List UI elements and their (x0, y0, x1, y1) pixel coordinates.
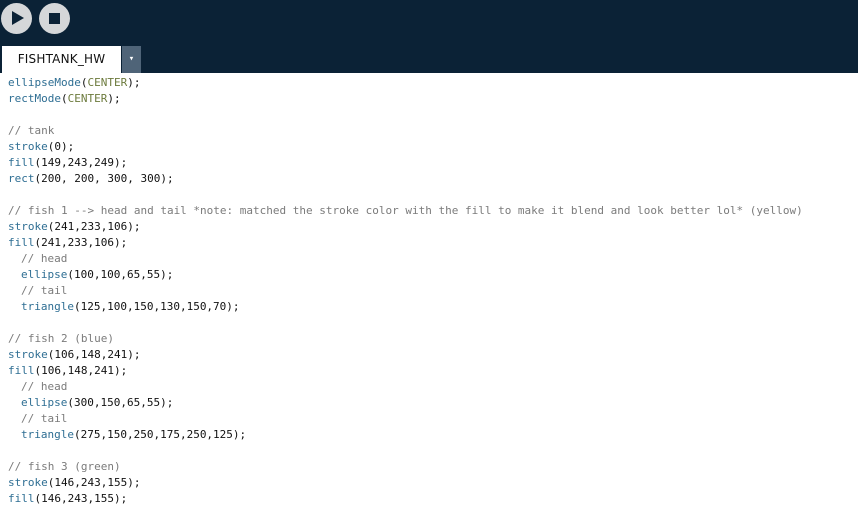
code-line: ellipse(300,150,65,55); (8, 395, 803, 411)
code-token: (146,243,155); (47, 476, 141, 489)
code-token: ); (107, 92, 121, 105)
code-line: triangle(275,150,250,175,250,125); (8, 427, 803, 443)
toolbar: FISHTANK_HW ▾ (0, 0, 858, 73)
code-line: // tail (8, 411, 803, 427)
code-comment: // tank (8, 124, 55, 137)
code-function: fill (8, 492, 35, 505)
code-token: (241,233,106); (47, 220, 141, 233)
code-line: // head (8, 251, 803, 267)
tab-menu-button[interactable]: ▾ (122, 46, 141, 73)
code-function: triangle (21, 428, 74, 441)
code-function: rectMode (8, 92, 61, 105)
code-token: (149,243,249); (34, 156, 128, 169)
code-line: rectMode(CENTER); (8, 91, 803, 107)
code-token: (241,233,106); (34, 236, 128, 249)
code-function: ellipseMode (8, 76, 81, 89)
code-comment: // tail (21, 284, 68, 297)
code-line: // fish 1 --> head and tail *note: match… (8, 203, 803, 219)
code-line: fill(241,233,106); (8, 235, 803, 251)
code-function: stroke (8, 348, 48, 361)
code-line: // fish 2 (blue) (8, 331, 803, 347)
code-function: stroke (8, 220, 48, 233)
code-function: fill (8, 236, 35, 249)
code-comment: // fish 3 (green) (8, 460, 121, 473)
code-line: fill(106,148,241); (8, 363, 803, 379)
code-line: // tail (8, 283, 803, 299)
code-function: triangle (21, 300, 74, 313)
code-comment: // tail (21, 412, 68, 425)
code-function: ellipse (21, 268, 68, 281)
code-lines: ellipseMode(CENTER); rectMode(CENTER); //… (8, 75, 803, 505)
code-token: (106,148,241); (47, 348, 141, 361)
code-line: // head (8, 379, 803, 395)
code-line: stroke(106,148,241); (8, 347, 803, 363)
code-comment: // fish 1 --> head and tail *note: match… (8, 204, 803, 217)
stop-button[interactable] (39, 3, 70, 34)
code-comment: // head (21, 380, 68, 393)
code-token: (275,150,250,175,250,125); (73, 428, 247, 441)
code-token: ); (127, 76, 141, 89)
chevron-down-icon: ▾ (128, 54, 135, 64)
code-token: (106,148,241); (34, 364, 128, 377)
code-function: rect (8, 172, 35, 185)
code-line: stroke(0); (8, 139, 803, 155)
code-line: rect(200, 200, 300, 300); (8, 171, 803, 187)
code-token: (125,100,150,130,150,70); (73, 300, 240, 313)
code-token: (200, 200, 300, 300); (34, 172, 174, 185)
code-line: stroke(241,233,106); (8, 219, 803, 235)
code-constant: CENTER (87, 76, 128, 89)
code-line: stroke(146,243,155); (8, 475, 803, 491)
code-line: // fish 3 (green) (8, 459, 803, 475)
code-constant: CENTER (67, 92, 108, 105)
code-token: (100,100,65,55); (67, 268, 174, 281)
code-function: stroke (8, 476, 48, 489)
code-comment: // head (21, 252, 68, 265)
play-icon (12, 11, 24, 25)
code-token: (300,150,65,55); (67, 396, 174, 409)
tab-label: FISHTANK_HW (17, 52, 106, 66)
code-line: triangle(125,100,150,130,150,70); (8, 299, 803, 315)
stop-icon (49, 13, 60, 24)
code-function: fill (8, 156, 35, 169)
tab-fishtank-hw[interactable]: FISHTANK_HW (2, 46, 121, 73)
code-token: (0); (47, 140, 75, 153)
code-comment: // fish 2 (blue) (8, 332, 114, 345)
code-function: ellipse (21, 396, 68, 409)
code-line: ellipse(100,100,65,55); (8, 267, 803, 283)
code-line: fill(149,243,249); (8, 155, 803, 171)
code-token: (146,243,155); (34, 492, 128, 505)
code-token: ( (60, 92, 68, 105)
code-function: stroke (8, 140, 48, 153)
code-function: fill (8, 364, 35, 377)
run-button[interactable] (1, 3, 32, 34)
code-editor[interactable]: ellipseMode(CENTER); rectMode(CENTER); //… (0, 73, 858, 505)
code-line: // tank (8, 123, 803, 139)
code-line: fill(146,243,155); (8, 491, 803, 505)
code-line: ellipseMode(CENTER); (8, 75, 803, 91)
